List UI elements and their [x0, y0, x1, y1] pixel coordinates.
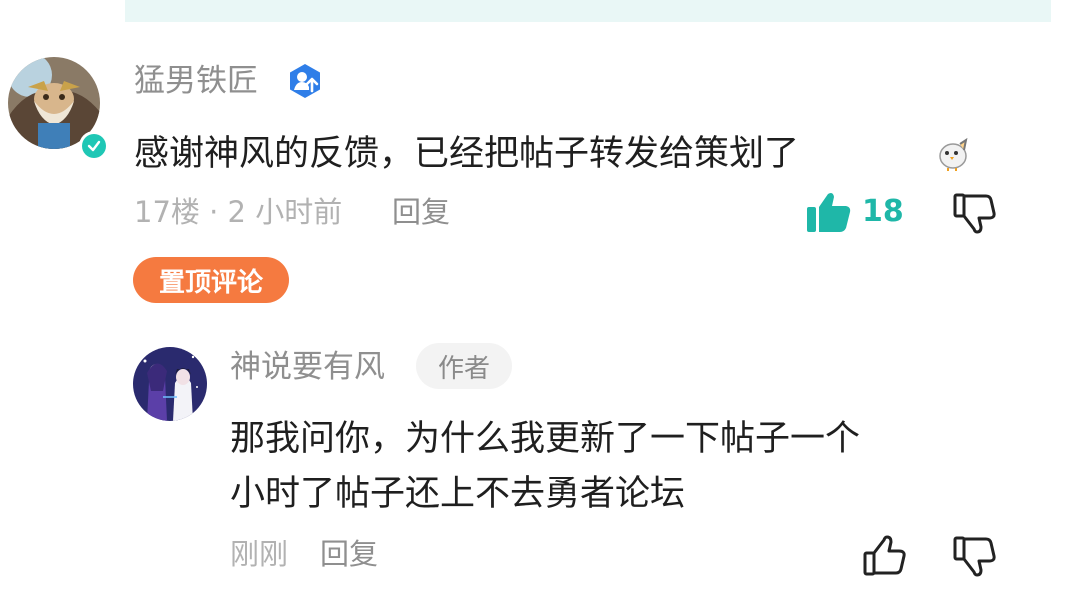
like-button[interactable] [862, 534, 906, 578]
reply-button[interactable]: 回复 [320, 540, 378, 569]
verified-icon [79, 131, 109, 161]
thumbs-down-icon [953, 193, 996, 234]
dislike-button[interactable] [952, 534, 996, 578]
previous-section-strip [125, 0, 1051, 22]
reply-text-line: 那我问你，为什么我更新了一下帖子一个 [230, 419, 861, 459]
like-button[interactable]: 18 [806, 191, 904, 233]
reply-time: 刚刚 [230, 537, 289, 571]
comment-text: 感谢神风的反馈，已经把帖子转发给策划了 [134, 134, 800, 174]
avatar[interactable] [133, 347, 207, 421]
thumbs-up-filled-icon [807, 193, 851, 232]
username[interactable]: 神说要有风 [230, 352, 385, 383]
username[interactable]: 猛男铁匠 [134, 66, 258, 97]
bird-emoji-icon [936, 136, 972, 172]
like-count: 18 [862, 194, 904, 229]
dislike-button[interactable] [952, 191, 996, 235]
reply-text: 那我问你，为什么我更新了一下帖子一个 小时了帖子还上不去勇者论坛 [230, 412, 860, 522]
reply-button[interactable]: 回复 [392, 198, 450, 227]
comment-floor-time: 17楼 · 2 小时前 [134, 195, 343, 229]
author-tag: 作者 [416, 343, 512, 389]
reply-text-line: 小时了帖子还上不去勇者论坛 [230, 474, 686, 514]
pinned-comment-tag: 置顶评论 [133, 257, 289, 303]
thumbs-up-icon [863, 535, 906, 576]
thumbs-down-icon [953, 536, 996, 577]
official-user-badge-icon [286, 62, 324, 100]
